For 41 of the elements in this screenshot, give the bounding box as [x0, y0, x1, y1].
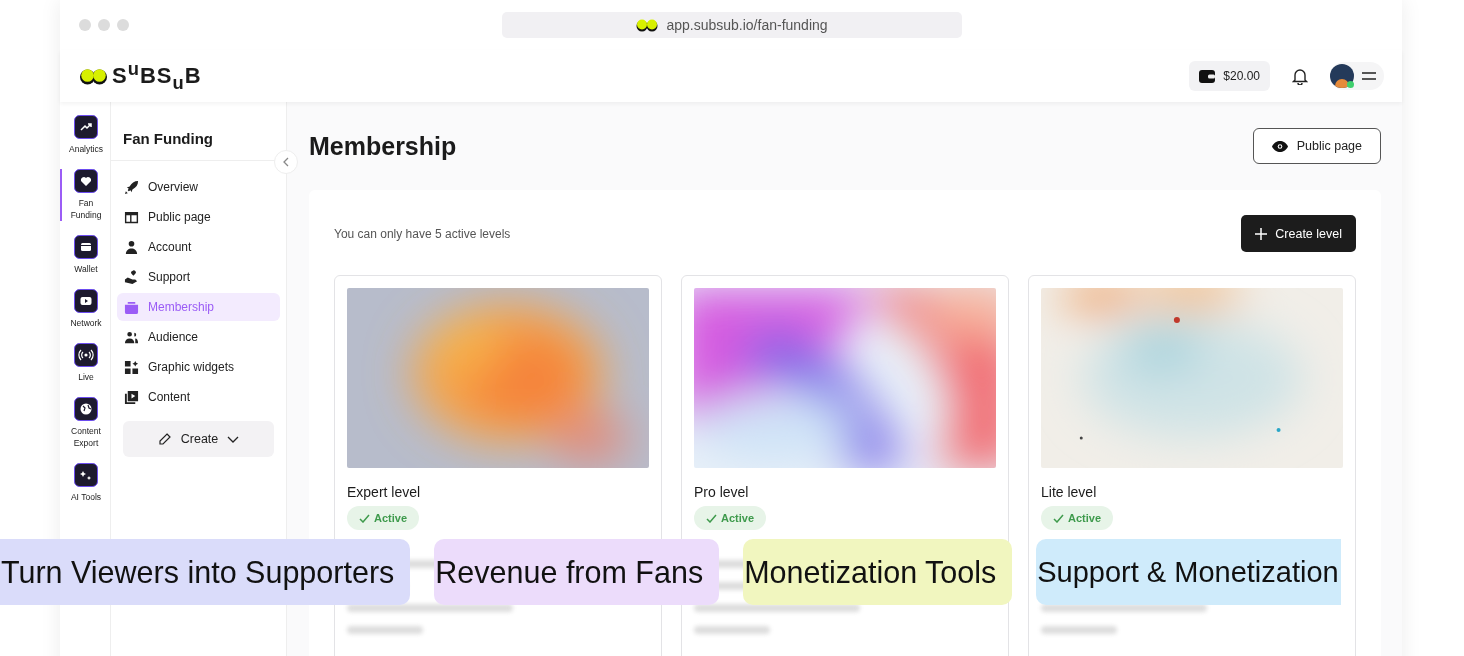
caption-label: Turn Viewers into Supporters	[0, 539, 411, 605]
public-page-button[interactable]: Public page	[1252, 128, 1381, 164]
rail-item[interactable]: Wallet	[60, 235, 110, 275]
rail-label: AI Tools	[70, 491, 102, 503]
rail-label: Fan Funding	[69, 197, 103, 221]
rail-item[interactable]: Content Export	[60, 397, 110, 449]
nav-item[interactable]: Overview	[117, 173, 280, 201]
rail-label: Analytics	[69, 143, 103, 155]
url-text: app.subsub.io/fan-funding	[666, 17, 828, 33]
rail-label: Wallet	[74, 263, 98, 275]
status-badge: Active	[1041, 506, 1114, 530]
status-badge: Active	[347, 506, 420, 530]
nav-item[interactable]: Public page	[117, 203, 280, 231]
caption-label: Support & Monetization	[1036, 539, 1341, 605]
limit-note: You can only have 5 active levels	[334, 226, 511, 241]
caption-label: Revenue from Fans	[434, 539, 720, 605]
caption-label: Monetization Tools	[743, 539, 1013, 605]
logo-text: S$^{u}$BS$_{u}$B	[112, 58, 202, 94]
nav-item[interactable]: Support	[117, 263, 280, 291]
nav-item[interactable]: Audience	[117, 323, 280, 351]
level-name: Expert level	[347, 484, 422, 500]
nav-item[interactable]: Content	[117, 383, 280, 411]
level-name: Lite level	[1041, 484, 1098, 500]
level-name: Pro level	[694, 484, 750, 500]
create-level-button[interactable]: Create level	[1241, 215, 1356, 252]
page-title: Membership	[309, 131, 457, 161]
create-button[interactable]: Create	[123, 421, 274, 457]
rail-item[interactable]: Network	[60, 289, 110, 329]
status-badge: Active	[694, 506, 767, 530]
rail-item[interactable]: Live	[60, 343, 110, 383]
rail-item[interactable]: Analytics	[60, 115, 110, 155]
rail-item[interactable]: Fan Funding	[60, 169, 110, 221]
balance-button[interactable]: $20.00	[1189, 61, 1270, 91]
nav-item[interactable]: Graphic widgets	[117, 353, 280, 381]
rail-label: Content Export	[70, 425, 102, 449]
nav-item[interactable]: Account	[117, 233, 280, 261]
rail-item[interactable]: AI Tools	[60, 463, 110, 503]
nav-item[interactable]: Membership	[117, 293, 280, 321]
address-bar[interactable]: app.subsub.io/fan-funding	[502, 12, 962, 38]
rail-label: Live	[78, 371, 94, 383]
rail-label: Network	[70, 317, 102, 329]
